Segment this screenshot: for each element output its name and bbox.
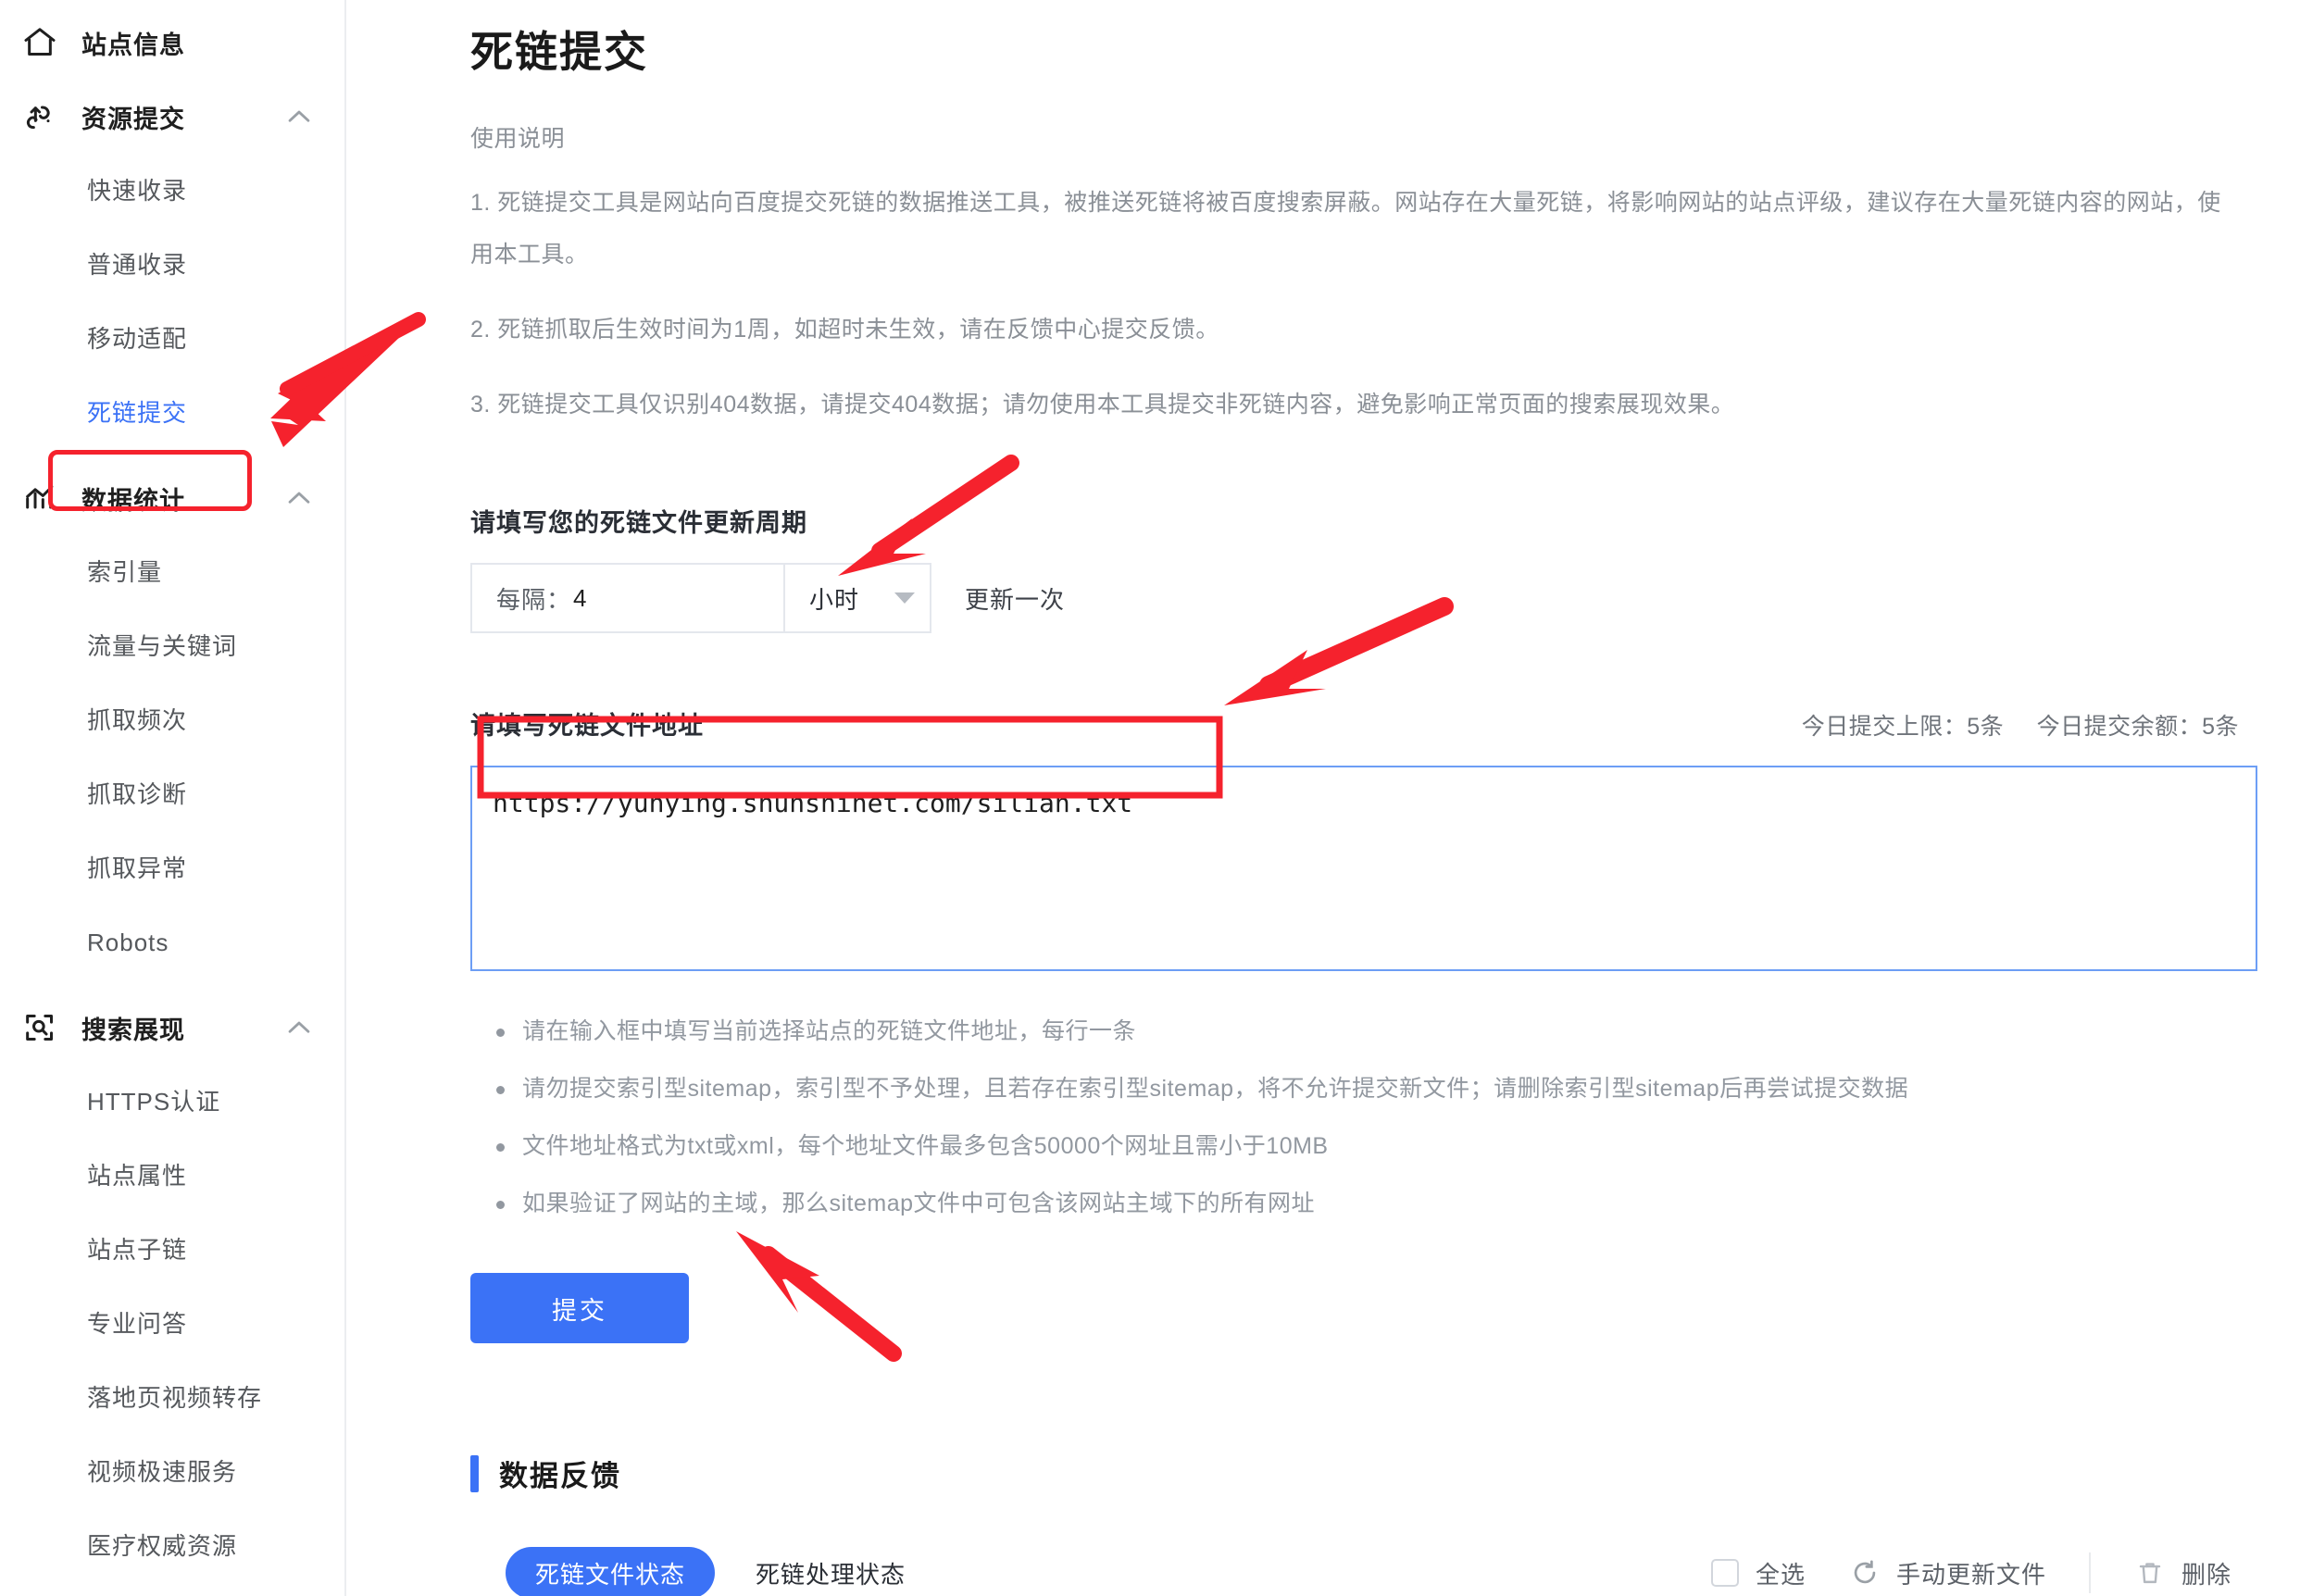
- sidebar-group-label: 数据统计: [81, 486, 185, 515]
- tab-dead-link-process-status[interactable]: 死链处理状态: [756, 1556, 906, 1590]
- submit-icon: [19, 95, 61, 138]
- delete-label: 删除: [2181, 1560, 2231, 1589]
- main-content: 死链提交 使用说明 1. 死链提交工具是网站向百度提交死链的数据推送工具，被推送…: [346, 0, 2300, 1596]
- sidebar-submenu-search-display: HTTPS认证 站点属性 站点子链 专业问答 落地页视频转存 视频极速服务 医疗…: [0, 1065, 344, 1596]
- quota-left: 今日提交余额：5条: [2036, 714, 2239, 740]
- sidebar-submenu-data-stats: 索引量 流量与关键词 抓取频次 抓取诊断 抓取异常 Robots: [0, 535, 344, 979]
- chevron-down-icon: [894, 592, 915, 604]
- quota-info: 今日提交上限：5条 今日提交余额：5条: [1802, 708, 2239, 742]
- submit-button[interactable]: 提交: [470, 1273, 689, 1343]
- refresh-icon: [1848, 1556, 1881, 1590]
- page-root: 站点信息 资源提交 快速收录 普通收录 移动适配 死链提交 数据统计 索引量 流…: [0, 0, 2300, 1596]
- sidebar-item-reyi-ziyuan[interactable]: 热议资源: [0, 1583, 344, 1596]
- manual-refresh-button[interactable]: 手动更新文件: [1848, 1556, 2046, 1590]
- sidebar-item-zhuaqu-yichang[interactable]: 抓取异常: [0, 831, 344, 905]
- feedback-panel: 死链文件状态 死链处理状态 全选 手动更新文件 删除: [496, 1531, 2257, 1596]
- chevron-up-icon[interactable]: [278, 101, 320, 132]
- feedback-toolbar: 全选 手动更新文件 删除: [1710, 1552, 2231, 1593]
- sidebar-group-label: 搜索展现: [81, 1016, 185, 1044]
- sidebar-group-search-display[interactable]: 搜索展现: [0, 991, 344, 1065]
- sidebar-item-yidongshipei[interactable]: 移动适配: [0, 302, 344, 376]
- quota-limit: 今日提交上限：5条: [1801, 714, 2005, 740]
- sidebar-item-shipin-jisu-fuwu[interactable]: 视频极速服务: [0, 1435, 344, 1509]
- sidebar-item-https-renzheng[interactable]: HTTPS认证: [0, 1065, 344, 1139]
- unit-select[interactable]: 小时: [783, 563, 931, 633]
- sidebar-item-zhuaqu-zhenduan[interactable]: 抓取诊断: [0, 757, 344, 831]
- sidebar-group-data-stats[interactable]: 数据统计: [0, 461, 344, 535]
- sidebar-item-zhuaqu-pinci[interactable]: 抓取频次: [0, 683, 344, 757]
- feedback-tabbar: 死链文件状态 死链处理状态 全选 手动更新文件 删除: [496, 1531, 2257, 1596]
- period-section-label: 请填写您的死链文件更新周期: [470, 509, 807, 537]
- search-box-icon: [19, 1006, 61, 1049]
- sidebar-item-liuliang-guanjianci[interactable]: 流量与关键词: [0, 609, 344, 683]
- period-suffix-label: 更新一次: [965, 585, 1066, 614]
- usage-line-1: 1. 死链提交工具是网站向百度提交死链的数据推送工具，被推送死链将被百度搜索屏蔽…: [470, 190, 2221, 268]
- delete-button[interactable]: 删除: [2133, 1556, 2231, 1590]
- address-section-label: 请填写死链文件地址: [470, 712, 704, 740]
- sidebar-item-zhandian-shuxing[interactable]: 站点属性: [0, 1139, 344, 1213]
- tip-item: 如果验证了网站的主域，那么sitemap文件中可包含该网站主域下的所有网址: [491, 1175, 2244, 1232]
- tab-dead-link-file-status[interactable]: 死链文件状态: [506, 1547, 716, 1596]
- select-all-label: 全选: [1755, 1560, 1806, 1589]
- sidebar-item-zhuanye-wenda[interactable]: 专业问答: [0, 1287, 344, 1361]
- dead-link-file-textarea[interactable]: https://yunying.shunshinet.com/silian.tx…: [470, 766, 2257, 971]
- chevron-up-icon[interactable]: [278, 482, 320, 514]
- sidebar-item-silian-tijiao[interactable]: 死链提交: [0, 376, 344, 450]
- home-icon: [19, 21, 61, 64]
- sidebar-submenu-resource-submit: 快速收录 普通收录 移动适配 死链提交: [0, 154, 344, 511]
- usage-line-2: 2. 死链抓取后生效时间为1周，如超时未生效，请在反馈中心提交反馈。: [470, 317, 1219, 343]
- sidebar: 站点信息 资源提交 快速收录 普通收录 移动适配 死链提交 数据统计 索引量 流…: [0, 0, 346, 1596]
- feedback-title: 数据反馈: [499, 1460, 621, 1492]
- interval-label: 每隔：: [496, 585, 572, 614]
- dead-link-file-value: https://yunying.shunshinet.com/silian.tx…: [493, 788, 1133, 818]
- toolbar-divider: [2088, 1552, 2091, 1593]
- tip-item: 文件地址格式为txt或xml，每个地址文件最多包含50000个网址且需小于10M…: [491, 1117, 2244, 1175]
- sidebar-item-luodiye-shipin-zhuancun[interactable]: 落地页视频转存: [0, 1361, 344, 1435]
- sidebar-item-kuaisushoulu[interactable]: 快速收录: [0, 154, 344, 228]
- select-all-checkbox[interactable]: [1710, 1559, 1739, 1587]
- interval-value: 4: [573, 583, 588, 612]
- sidebar-group-label: 资源提交: [81, 105, 185, 133]
- tip-item: 请在输入框中填写当前选择站点的死链文件地址，每行一条: [491, 1003, 2244, 1060]
- sidebar-item-suoyinliang[interactable]: 索引量: [0, 535, 344, 609]
- accent-bar: [470, 1454, 479, 1492]
- chevron-up-icon[interactable]: [278, 1012, 320, 1043]
- chart-icon: [19, 477, 61, 519]
- page-title: 死链提交: [470, 28, 648, 76]
- feedback-header: 数据反馈: [470, 1453, 2244, 1494]
- tip-item: 请勿提交索引型sitemap，索引型不予处理，且若存在索引型sitemap，将不…: [491, 1060, 2244, 1117]
- sidebar-item-zhandian-zilian[interactable]: 站点子链: [0, 1213, 344, 1287]
- tips-list: 请在输入框中填写当前选择站点的死链文件地址，每行一条 请勿提交索引型sitema…: [470, 1003, 2244, 1232]
- trash-icon: [2133, 1556, 2167, 1590]
- period-row: 每隔： 4 小时 更新一次: [470, 563, 2244, 633]
- sidebar-item-yiliao-quanwei-ziyuan[interactable]: 医疗权威资源: [0, 1509, 344, 1583]
- sidebar-group-resource-submit[interactable]: 资源提交: [0, 80, 344, 154]
- select-all-control[interactable]: 全选: [1710, 1556, 1806, 1590]
- interval-input[interactable]: 每隔： 4: [470, 563, 783, 633]
- unit-select-value: 小时: [809, 585, 860, 614]
- sidebar-item-putongshoulu[interactable]: 普通收录: [0, 228, 344, 302]
- manual-refresh-label: 手动更新文件: [1895, 1560, 2046, 1589]
- sidebar-item-robots[interactable]: Robots: [0, 905, 344, 979]
- sidebar-group-site-info[interactable]: 站点信息: [0, 6, 344, 80]
- usage-label: 使用说明: [470, 126, 566, 152]
- address-header: 请填写死链文件地址 今日提交上限：5条 今日提交余额：5条: [470, 705, 2244, 742]
- usage-line-3: 3. 死链提交工具仅识别404数据，请提交404数据；请勿使用本工具提交非死链内…: [470, 392, 1735, 418]
- sidebar-group-label: 站点信息: [81, 31, 185, 59]
